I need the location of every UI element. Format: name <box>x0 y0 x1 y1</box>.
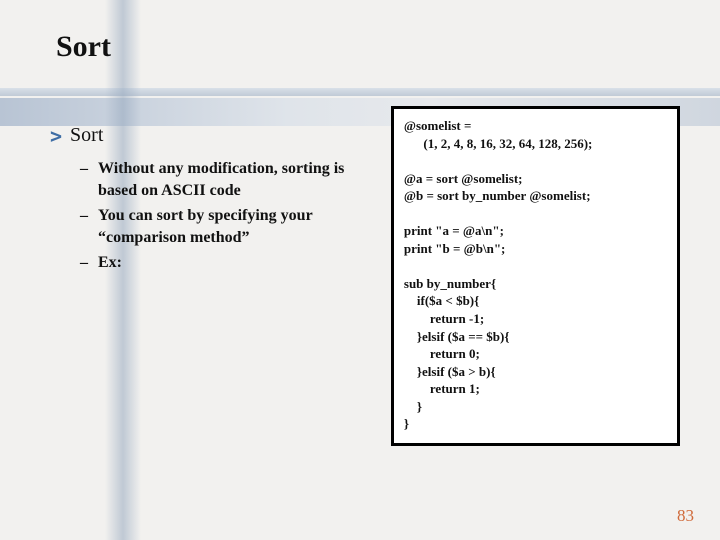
page-number: 83 <box>677 506 694 526</box>
content-row: > Sort Without any modification, sorting… <box>50 124 680 446</box>
list-item: Ex: <box>80 252 379 274</box>
root-bullet: > Sort <box>50 124 379 148</box>
root-bullet-label: Sort <box>70 124 103 148</box>
list-item: You can sort by specifying your “compari… <box>80 205 379 248</box>
root-bullet-marker: > <box>50 124 62 148</box>
slide-title: Sort <box>56 30 680 64</box>
list-item: Without any modification, sorting is bas… <box>80 158 379 201</box>
subbullet-list: Without any modification, sorting is bas… <box>50 158 379 274</box>
code-block: @somelist = (1, 2, 4, 8, 16, 32, 64, 128… <box>391 106 680 446</box>
bullet-column: > Sort Without any modification, sorting… <box>50 124 379 446</box>
slide: Sort > Sort Without any modification, so… <box>0 0 720 540</box>
